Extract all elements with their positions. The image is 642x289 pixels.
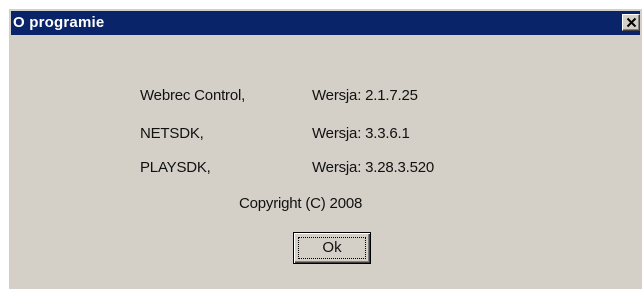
ok-button[interactable]: Ok [293,232,371,264]
component-version-playsdk: Wersja: 3.28.3.520 [312,159,435,176]
component-version-webrec: Wersja: 2.1.7.25 [312,87,418,104]
dialog-content: Webrec Control, Wersja: 2.1.7.25 NETSDK,… [9,35,642,289]
component-name-playsdk: PLAYSDK, [140,159,211,176]
component-name-netsdk: NETSDK, [140,125,204,142]
copyright-text: Copyright (C) 2008 [239,195,363,212]
close-icon [626,17,637,28]
dialog-title: O programie [13,14,105,31]
ok-button-label: Ok [322,239,342,256]
about-dialog: O programie Webrec Control, Wersja: 2.1.… [8,8,642,289]
title-bar: O programie [11,11,640,35]
component-name-webrec: Webrec Control, [140,87,246,104]
close-button[interactable] [622,14,640,31]
component-version-netsdk: Wersja: 3.3.6.1 [312,125,410,142]
